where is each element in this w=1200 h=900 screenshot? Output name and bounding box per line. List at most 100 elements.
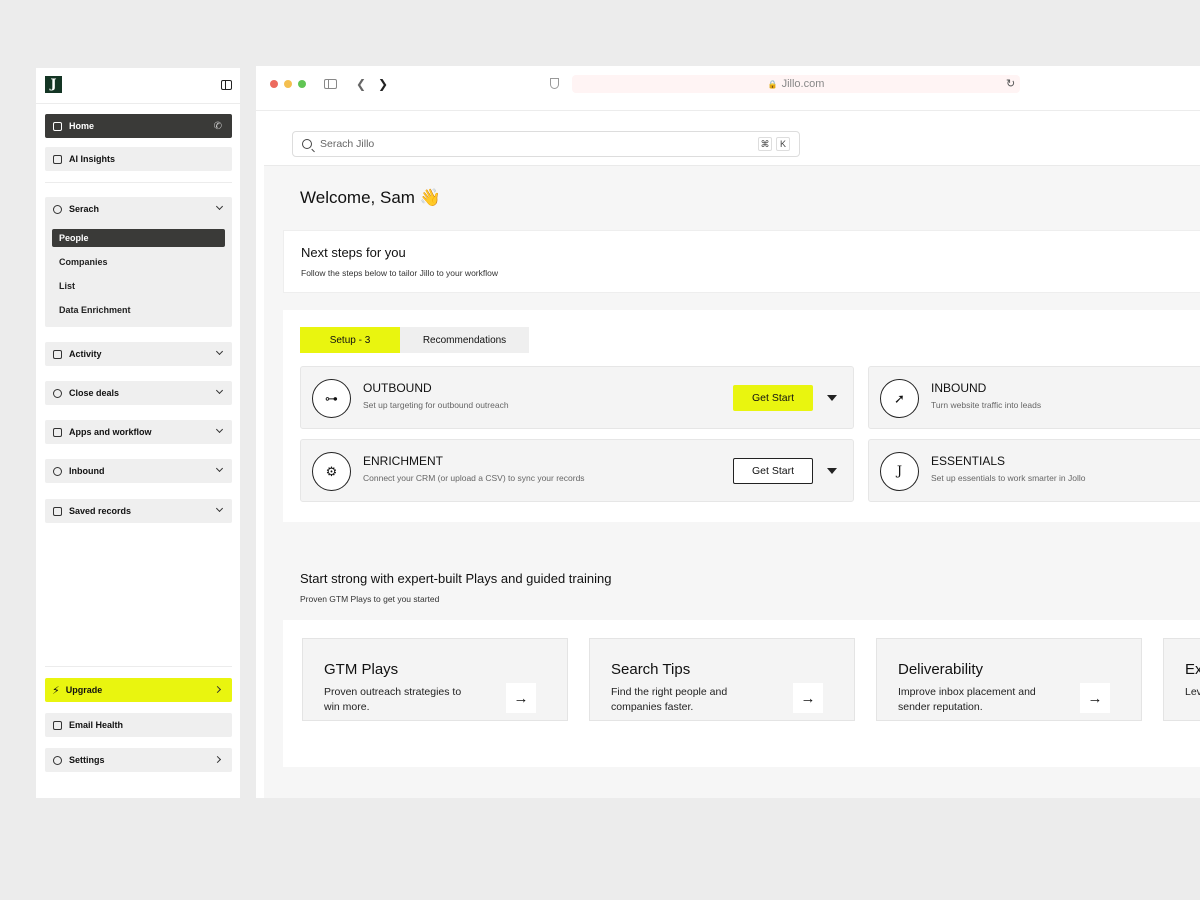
- chevron-right-icon: [213, 755, 222, 764]
- page-title: Welcome, Sam 👋: [300, 188, 441, 207]
- bolt-icon: ⚡: [52, 684, 60, 697]
- get-start-button[interactable]: Get Start: [733, 458, 813, 484]
- sidebar-header: J: [36, 68, 240, 104]
- sidebar-item-saved-records[interactable]: Saved records: [45, 499, 232, 523]
- sidebar-item-label: Home: [69, 121, 95, 131]
- setup-tabs: Setup - 3 Recommendations: [300, 327, 529, 353]
- essentials-icon: J: [880, 452, 919, 491]
- sidebar-item-apps-workflow[interactable]: Apps and workflow: [45, 420, 232, 444]
- caret-down-icon[interactable]: [827, 395, 837, 401]
- mail-icon: [53, 720, 62, 730]
- sidebar-item-close-deals[interactable]: Close deals: [45, 381, 232, 405]
- sidebar-toggle-icon[interactable]: [221, 80, 232, 90]
- step-outbound[interactable]: ⊶ OUTBOUND Set up targeting for outbound…: [300, 366, 854, 429]
- search-icon: [302, 139, 312, 149]
- arrow-right-icon[interactable]: →: [506, 683, 536, 713]
- step-title: INBOUND: [931, 381, 987, 395]
- main-content: ⌘ K Welcome, Sam 👋 Next steps for you Fo…: [264, 122, 1200, 798]
- k-key-hint: K: [776, 137, 790, 151]
- next-steps-card: Next steps for you Follow the steps belo…: [283, 230, 1200, 293]
- sidebar-item-settings[interactable]: Settings: [45, 748, 232, 772]
- sidebar-subitem-companies[interactable]: Companies: [52, 253, 225, 271]
- back-icon[interactable]: ❮: [356, 77, 366, 91]
- inbound-icon: ➚: [880, 379, 919, 418]
- sidebar-item-search[interactable]: Serach: [45, 197, 232, 221]
- upgrade-button[interactable]: ⚡ Upgrade: [45, 678, 232, 702]
- play-title: Ex: [1185, 661, 1200, 678]
- arrow-right-icon[interactable]: →: [1080, 683, 1110, 713]
- chevron-down-icon: [215, 504, 224, 513]
- browser-window: ❮ ❯ 🔒Jillo.com ↻ ⌘ K Welcome, Sam 👋 Next…: [256, 66, 1200, 798]
- bookmark-icon: [53, 506, 62, 516]
- chevron-down-icon: [215, 464, 224, 473]
- sidebar-item-activity[interactable]: Activity: [45, 342, 232, 366]
- lock-icon: 🔒: [767, 80, 778, 89]
- dollar-icon: [53, 388, 62, 398]
- sidebar-item-email-health[interactable]: Email Health: [45, 713, 232, 737]
- activity-icon: [53, 349, 62, 359]
- browser-sidebar-icon[interactable]: [324, 79, 337, 89]
- sidebar-subitem-list[interactable]: List: [52, 277, 225, 295]
- app-logo[interactable]: J: [45, 76, 62, 93]
- reload-icon[interactable]: ↻: [1006, 77, 1015, 90]
- address-bar[interactable]: 🔒 Jillo.com: [572, 75, 1020, 93]
- close-window-button[interactable]: [270, 80, 278, 88]
- next-steps-subtitle: Follow the steps below to tailor Jillo t…: [301, 268, 498, 278]
- tab-recommendations[interactable]: Recommendations: [400, 327, 529, 353]
- sidebar-subitem-data-enrichment[interactable]: Data Enrichment: [52, 301, 225, 319]
- cmd-key-hint: ⌘: [758, 137, 772, 151]
- plays-subtitle: Proven GTM Plays to get you started: [300, 594, 440, 604]
- phone-icon[interactable]: ✆: [214, 121, 222, 132]
- step-subtitle: Connect your CRM (or upload a CSV) to sy…: [363, 473, 585, 483]
- step-subtitle: Set up targeting for outbound outreach: [363, 400, 509, 410]
- sidebar-item-home[interactable]: Home ✆: [45, 114, 232, 138]
- get-start-button[interactable]: Get Start: [733, 385, 813, 411]
- sidebar-item-label: Inbound: [69, 466, 105, 476]
- sidebar-subitem-people[interactable]: People: [52, 229, 225, 247]
- minimize-window-button[interactable]: [284, 80, 292, 88]
- step-essentials[interactable]: J ESSENTIALS Set up essentials to work s…: [868, 439, 1200, 502]
- sidebar-item-label: Settings: [69, 755, 105, 765]
- step-title: ENRICHMENT: [363, 454, 443, 468]
- sidebar-item-label: Apps and workflow: [69, 427, 152, 437]
- step-subtitle: Set up essentials to work smarter in Jol…: [931, 473, 1086, 483]
- sidebar-item-inbound[interactable]: Inbound: [45, 459, 232, 483]
- shield-icon[interactable]: [550, 78, 559, 89]
- caret-down-icon[interactable]: [827, 468, 837, 474]
- sidebar-search-group: Serach People Companies List Data Enrich…: [45, 197, 232, 327]
- sidebar-item-label: Serach: [69, 204, 100, 214]
- step-title: OUTBOUND: [363, 381, 432, 395]
- home-icon: [53, 121, 62, 131]
- outbound-icon: ⊶: [312, 379, 351, 418]
- play-card-deliverability[interactable]: Deliverability Improve inbox placement a…: [876, 638, 1142, 721]
- play-card-search-tips[interactable]: Search Tips Find the right people and co…: [589, 638, 855, 721]
- sidebar-item-ai-insights[interactable]: AI Insights: [45, 147, 232, 171]
- search-icon: [53, 204, 62, 214]
- insights-icon: [53, 154, 62, 164]
- play-card-gtm-plays[interactable]: GTM Plays Proven outreach strategies to …: [302, 638, 568, 721]
- play-title: GTM Plays: [324, 661, 399, 678]
- divider: [45, 666, 232, 667]
- chevron-down-icon: [215, 202, 224, 211]
- play-description: Proven outreach strategies to win more.: [324, 686, 462, 713]
- setup-card: Setup - 3 Recommendations ⊶ OUTBOUND Set…: [283, 310, 1200, 522]
- arrow-right-icon[interactable]: →: [793, 683, 823, 713]
- step-enrichment[interactable]: ⚙ ENRICHMENT Connect your CRM (or upload…: [300, 439, 854, 502]
- sidebar-item-label: Email Health: [69, 720, 124, 730]
- forward-icon[interactable]: ❯: [378, 77, 388, 91]
- play-card-partial[interactable]: Ex Lev cou: [1163, 638, 1200, 721]
- search-input[interactable]: [320, 138, 720, 150]
- chevron-down-icon: [215, 347, 224, 356]
- url-text: Jillo.com: [781, 78, 825, 90]
- top-bar: ⌘ K: [264, 122, 1200, 166]
- step-inbound[interactable]: ➚ INBOUND Turn website traffic into lead…: [868, 366, 1200, 429]
- tab-setup[interactable]: Setup - 3: [300, 327, 400, 353]
- play-description: Find the right people and companies fast…: [611, 686, 728, 713]
- chevron-down-icon: [215, 425, 224, 434]
- global-search[interactable]: ⌘ K: [292, 131, 800, 157]
- step-title: ESSENTIALS: [931, 454, 1006, 468]
- zoom-window-button[interactable]: [298, 80, 306, 88]
- chevron-down-icon: [215, 386, 224, 395]
- plays-section: GTM Plays Proven outreach strategies to …: [283, 620, 1200, 767]
- sidebar: J Home ✆ AI Insights Serach People Compa…: [36, 68, 240, 798]
